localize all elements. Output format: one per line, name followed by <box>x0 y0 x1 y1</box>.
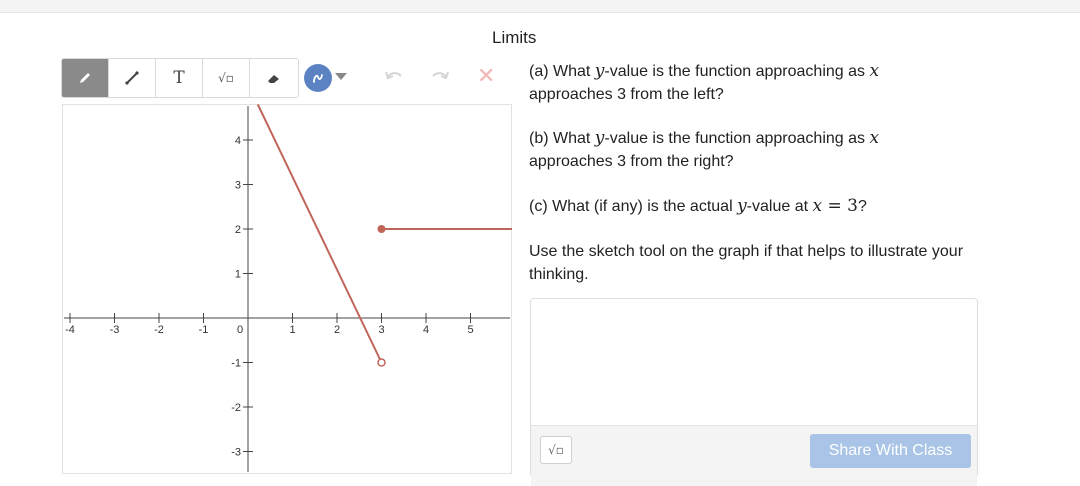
clear-button[interactable]: ✕ <box>477 64 495 88</box>
x-tick-label: 4 <box>423 324 429 336</box>
open-endpoint-marker <box>377 358 386 367</box>
x-tick-label: -4 <box>65 324 75 336</box>
x-tick-label: 1 <box>289 324 295 336</box>
chevron-down-icon[interactable] <box>335 73 347 80</box>
sketch-tool-group: T √▫ <box>61 58 299 98</box>
redo-button[interactable] <box>429 66 451 91</box>
closed-endpoint-marker <box>377 225 386 233</box>
pencil-tool-button[interactable] <box>62 59 109 97</box>
top-bar <box>0 0 1080 13</box>
line-tool-button[interactable] <box>109 59 156 97</box>
answer-footer: √▫ Share With Class <box>531 425 977 486</box>
x-tick-label: 0 <box>237 324 243 336</box>
scribble-icon <box>313 74 323 83</box>
sketch-instruction: Use the sketch tool on the graph if that… <box>529 243 964 283</box>
x-tick-label: 2 <box>334 324 340 336</box>
y-tick-label: -2 <box>231 402 241 414</box>
question-c: (c) What (if any) is the actual y-value … <box>529 196 867 216</box>
line-tool-icon <box>125 71 139 85</box>
graph-frame <box>62 104 512 474</box>
x-tick-label: -3 <box>110 324 120 336</box>
y-tick-label: -1 <box>231 358 241 370</box>
answer-input-box[interactable]: √▫ Share With Class <box>530 298 978 486</box>
y-tick-label: 3 <box>235 180 241 192</box>
math-insert-button[interactable]: √▫ <box>540 436 572 464</box>
y-tick-label: 2 <box>235 224 241 236</box>
color-picker-button[interactable] <box>304 64 332 92</box>
undo-button[interactable] <box>383 66 405 91</box>
y-tick-label: 1 <box>235 269 241 281</box>
math-tool-icon: √▫ <box>218 71 234 85</box>
question-a: (a) What y-value is the function approac… <box>529 61 880 103</box>
eraser-tool-button[interactable] <box>250 59 297 97</box>
question-b: (b) What y-value is the function approac… <box>529 128 880 170</box>
x-tick-label: -2 <box>154 324 164 336</box>
redo-icon <box>432 71 449 80</box>
y-tick-label: 4 <box>235 135 241 147</box>
y-tick-label: -3 <box>231 447 241 459</box>
text-tool-button[interactable]: T <box>156 59 203 97</box>
math-tool-button[interactable]: √▫ <box>203 59 250 97</box>
x-tick-label: 3 <box>378 324 384 336</box>
x-tick-label: 5 <box>467 324 473 336</box>
graph-canvas[interactable]: -4 -3 -2 -1 0 1 2 3 4 5 4 3 2 1 -1 -2 -3 <box>62 104 512 474</box>
text-tool-icon: T <box>173 68 185 88</box>
pencil-icon <box>80 73 90 83</box>
page-title: Limits <box>492 28 537 47</box>
share-with-class-button[interactable]: Share With Class <box>810 434 971 468</box>
graph-svg: -4 -3 -2 -1 0 1 2 3 4 5 4 3 2 1 -1 -2 -3 <box>62 104 512 474</box>
eraser-icon <box>267 75 279 83</box>
x-tick-label: -1 <box>199 324 209 336</box>
undo-icon <box>385 71 402 80</box>
